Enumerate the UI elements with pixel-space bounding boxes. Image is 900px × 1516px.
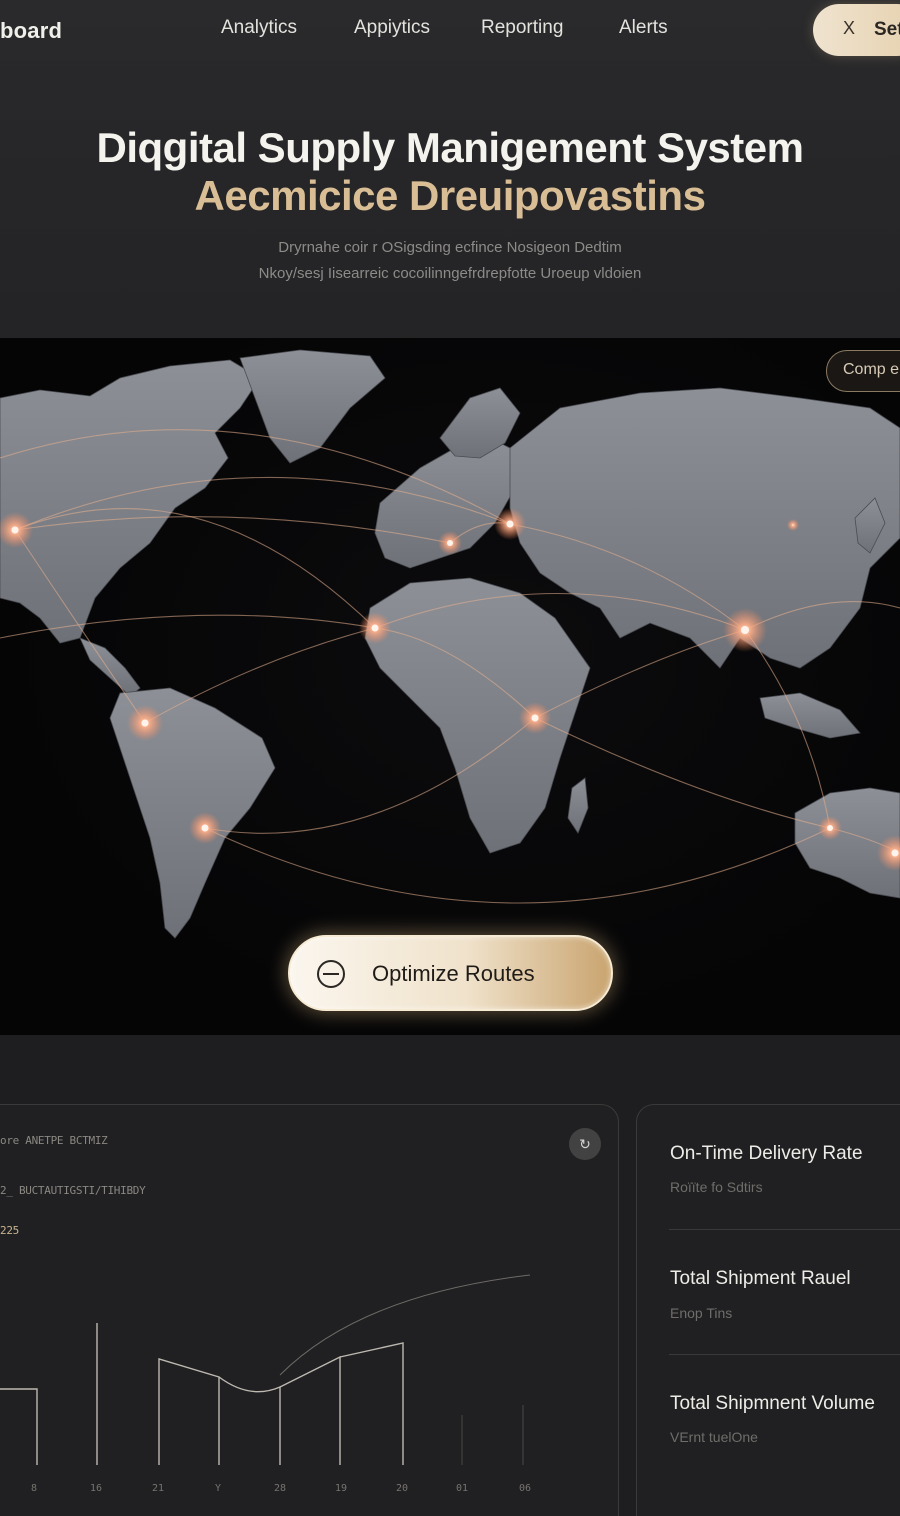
route-icon: [317, 960, 345, 988]
chart-label-3: 225: [0, 1224, 19, 1237]
x-tick: 19: [335, 1483, 348, 1494]
kpi-volume-title: Total Shipmnent Volume: [670, 1393, 875, 1414]
bar-mark: [339, 1342, 404, 1465]
page-title: Diqgital Supply Manigement System: [96, 124, 804, 171]
page-subtitle: Aecmicice Dreuipovastins: [194, 172, 706, 219]
kpi-ontime-title: On-Time Delivery Rate: [670, 1143, 863, 1164]
brand-title: board: [0, 18, 63, 43]
hub-marker: [818, 816, 842, 840]
optimize-routes-label: Optimize Routes: [372, 961, 535, 986]
continent-se-asia: [759, 692, 861, 739]
world-route-map[interactable]: Comp e Optimize Routes: [0, 338, 900, 1035]
x-tick: Y: [215, 1483, 222, 1494]
compare-button[interactable]: Comp e: [826, 350, 900, 392]
hub-marker: [127, 705, 163, 741]
x-tick: 21: [152, 1483, 165, 1494]
kpi-volume-sub: VErnt tuelOne: [670, 1429, 758, 1445]
kpi-ontime-sub: Roïïte fo Sdtirs: [670, 1179, 763, 1195]
hub-marker: [189, 812, 221, 844]
hero-description-line1: Dryrnahe coir r OSigsding ecfince Nosige…: [278, 239, 622, 256]
bar-mark: [218, 1376, 281, 1465]
world-map-graphic: [0, 349, 900, 939]
continent-greenland: [239, 349, 386, 464]
nav-analytics[interactable]: Analytics: [221, 17, 297, 39]
kpi-divider: [669, 1229, 900, 1230]
trend-curve: [279, 1274, 531, 1376]
kpi-rauel-sub: Enop Tins: [670, 1305, 733, 1321]
kpi-divider: [669, 1354, 900, 1355]
close-icon: X: [843, 18, 856, 38]
continent-asia: [509, 387, 900, 669]
bar-mark: [158, 1358, 220, 1465]
x-tick: 01: [456, 1483, 469, 1494]
bar-mark: [279, 1355, 341, 1465]
hero-description-line2: Nkoy/sesj Iisearreic cocoilinngefrdrepfo…: [258, 265, 642, 282]
hub-marker: [723, 608, 767, 652]
hub-marker: [494, 508, 526, 540]
optimize-routes-button[interactable]: Optimize Routes: [288, 935, 613, 1011]
settings-button[interactable]: X Set: [813, 4, 900, 56]
x-tick: 8: [31, 1483, 38, 1494]
chart-label-1: ore ANETPE BCTMIZ: [0, 1134, 108, 1147]
chart-label-2: 2_ BUCTAUTIGSTI/TIHIBDY: [0, 1184, 146, 1197]
x-tick: 06: [519, 1483, 532, 1494]
kpi-rauel-title: Total Shipment Rauel: [670, 1268, 851, 1289]
hub-marker: [519, 702, 551, 734]
bar-chart: [0, 1274, 531, 1465]
hero-section: board Analytics Appiytics Reporting Aler…: [0, 0, 900, 338]
nav-alerts[interactable]: Alerts: [619, 17, 668, 39]
hub-marker: [787, 519, 799, 531]
x-tick: 28: [274, 1483, 287, 1494]
continent-madagascar: [567, 777, 589, 834]
settings-button-label: Set: [874, 19, 900, 40]
continent-central-america: [79, 637, 141, 697]
x-tick: 20: [396, 1483, 409, 1494]
continent-north-america: [0, 359, 261, 644]
hub-marker: [438, 531, 462, 555]
refresh-icon[interactable]: ↻: [569, 1128, 601, 1160]
nav-appiytics[interactable]: Appiytics: [354, 17, 430, 39]
hub-marker: [359, 612, 391, 644]
nav-reporting[interactable]: Reporting: [481, 17, 563, 39]
bar-mark: [0, 1388, 38, 1465]
bar-outlines: [0, 1323, 404, 1465]
x-tick: 16: [90, 1483, 103, 1494]
